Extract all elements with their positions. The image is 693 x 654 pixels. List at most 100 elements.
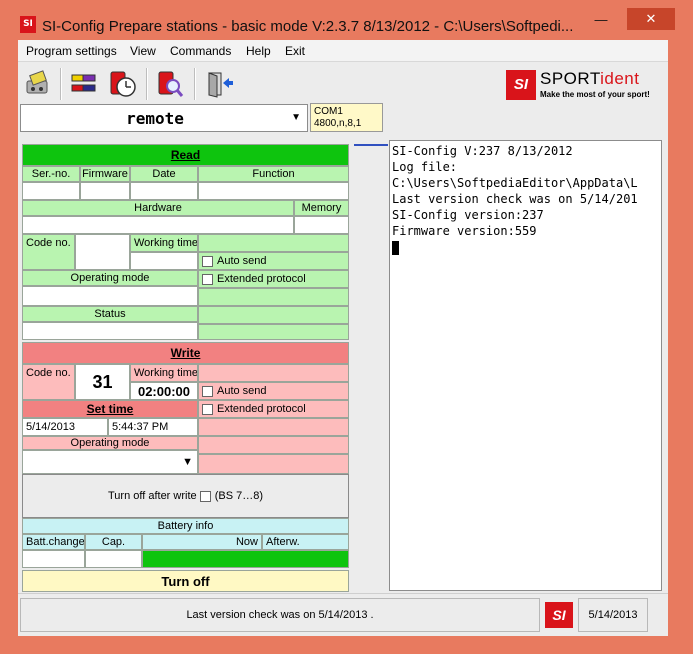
- exit-door-icon[interactable]: [200, 66, 236, 102]
- search-station-icon[interactable]: [152, 66, 188, 102]
- read-date-label: Date: [130, 166, 198, 182]
- write-operating-mode-label: Operating mode: [22, 436, 198, 450]
- minimize-icon[interactable]: —: [586, 8, 616, 30]
- write-empty-4: [198, 454, 349, 474]
- log-line: SI-Config V:237 8/13/2012: [392, 144, 573, 158]
- read-operating-mode-value: [22, 286, 198, 306]
- cap-label: Cap.: [85, 534, 142, 550]
- logo-brand: SPORTident: [540, 69, 640, 89]
- log-line: Last version check was on 5/14/201: [392, 192, 638, 206]
- log-line: Log file:: [392, 160, 458, 174]
- window-title: SI-Config Prepare stations - basic mode …: [42, 18, 574, 35]
- write-button[interactable]: Write: [22, 342, 349, 364]
- cap-value: [85, 550, 142, 568]
- write-working-time-label: Working time: [130, 364, 198, 382]
- chevron-down-icon: ▼: [291, 112, 301, 123]
- mode-value: remote: [126, 109, 184, 128]
- read-operating-mode-label: Operating mode: [22, 270, 198, 286]
- com-settings: 4800,n,8,1: [314, 118, 362, 129]
- close-icon[interactable]: ✕: [627, 8, 675, 30]
- read-working-time-value: [130, 252, 198, 270]
- menu-exit[interactable]: Exit: [285, 44, 305, 58]
- turn-off-button[interactable]: Turn off: [22, 570, 349, 592]
- toolbar-separator: [194, 68, 196, 100]
- log-line: C:\Users\SoftpediaEditor\AppData\L: [392, 176, 638, 190]
- bs-range-label: (BS 7…8): [214, 490, 263, 502]
- toolbar-separator: [60, 68, 62, 100]
- menu-commands[interactable]: Commands: [170, 44, 231, 58]
- menu-help[interactable]: Help: [246, 44, 271, 58]
- read-extended-protocol-checkbox[interactable]: [202, 273, 213, 285]
- read-firmware-value: [80, 182, 130, 200]
- afterw-label: Afterw.: [262, 534, 349, 550]
- write-auto-send-label: Auto send: [217, 385, 267, 397]
- write-auto-send: Auto send: [198, 382, 349, 400]
- card-reader-icon[interactable]: [20, 66, 56, 102]
- now-label: Now: [142, 534, 262, 550]
- status-message: Last version check was on 5/14/2013 .: [20, 598, 540, 632]
- write-extended-protocol: Extended protocol: [198, 400, 349, 418]
- log-line: SI-Config version:237: [392, 208, 544, 222]
- si-station-icon: SI: [544, 596, 574, 632]
- read-auto-send-checkbox[interactable]: [202, 255, 213, 267]
- title-bar[interactable]: SI SI-Config Prepare stations - basic mo…: [0, 0, 693, 40]
- read-extended-protocol-label: Extended protocol: [217, 273, 306, 285]
- turn-off-after-write-checkbox[interactable]: [199, 490, 211, 502]
- app-window: SI SI-Config Prepare stations - basic mo…: [0, 0, 693, 654]
- clock-station-icon[interactable]: [104, 66, 140, 102]
- read-empty-2: [198, 288, 349, 306]
- read-function-value: [198, 182, 349, 200]
- read-empty-1: [198, 234, 349, 252]
- read-serno-label: Ser.-no.: [22, 166, 80, 182]
- battery-info-label: Battery info: [22, 518, 349, 534]
- status-date: 5/14/2013: [578, 598, 648, 632]
- read-code-value: [75, 234, 130, 270]
- read-extended-protocol: Extended protocol: [198, 270, 349, 288]
- write-date-value[interactable]: 5/14/2013: [22, 418, 108, 436]
- read-empty-4: [198, 324, 349, 340]
- toolbar-separator: [146, 68, 148, 100]
- write-extended-protocol-checkbox[interactable]: [202, 403, 213, 415]
- write-empty-2: [198, 418, 349, 436]
- turn-off-after-write-label: Turn off after write: [107, 490, 197, 502]
- read-empty-3: [198, 306, 349, 324]
- read-button[interactable]: Read: [22, 144, 349, 166]
- stations-icon[interactable]: [66, 66, 102, 102]
- read-auto-send-label: Auto send: [217, 255, 267, 267]
- log-output[interactable]: SI-Config V:237 8/13/2012 Log file: C:\U…: [389, 140, 662, 591]
- log-cursor-line: [392, 239, 659, 255]
- batt-change-value: [22, 550, 85, 568]
- logo-brand-part1: SPORT: [540, 69, 601, 88]
- batt-change-label: Batt.change: [22, 534, 85, 550]
- read-memory-value: [294, 216, 349, 234]
- com-port: COM1: [314, 106, 343, 117]
- menu-view[interactable]: View: [130, 44, 156, 58]
- read-function-label: Function: [198, 166, 349, 182]
- chevron-down-icon: ▼: [182, 456, 193, 468]
- write-auto-send-checkbox[interactable]: [202, 385, 213, 397]
- logo-tagline: Make the most of your sport!: [540, 90, 650, 99]
- menu-program-settings[interactable]: Program settings: [26, 44, 117, 58]
- write-working-time-value[interactable]: 02:00:00: [130, 382, 198, 400]
- read-memory-label: Memory: [294, 200, 349, 216]
- sportident-logo: SI SPORTident Make the most of your spor…: [504, 68, 660, 102]
- write-code-value[interactable]: 31: [75, 364, 130, 400]
- write-extended-protocol-label: Extended protocol: [217, 403, 306, 415]
- logo-brand-part2: ident: [600, 69, 640, 88]
- read-status-value: [22, 322, 198, 340]
- log-line: Firmware version:559: [392, 224, 537, 238]
- mode-dropdown[interactable]: remote ▼: [20, 104, 308, 132]
- read-serno-value: [22, 182, 80, 200]
- set-time-button[interactable]: Set time: [22, 400, 198, 418]
- read-working-time-label: Working time: [130, 234, 198, 252]
- com-port-info: COM1 4800,n,8,1: [310, 103, 383, 132]
- write-operating-mode-dropdown[interactable]: ▼: [22, 450, 198, 474]
- si-station-icon-text: SI: [545, 602, 573, 628]
- write-empty-1: [198, 364, 349, 382]
- app-logo-icon: SI: [20, 16, 36, 33]
- write-time-value[interactable]: 5:44:37 PM: [108, 418, 198, 436]
- read-hardware-value: [22, 216, 294, 234]
- text-cursor: [392, 240, 399, 255]
- client-area: Program settings View Commands Help Exit: [18, 40, 668, 636]
- station-panel: Read Ser.-no. Firmware Date Function Har…: [22, 144, 352, 592]
